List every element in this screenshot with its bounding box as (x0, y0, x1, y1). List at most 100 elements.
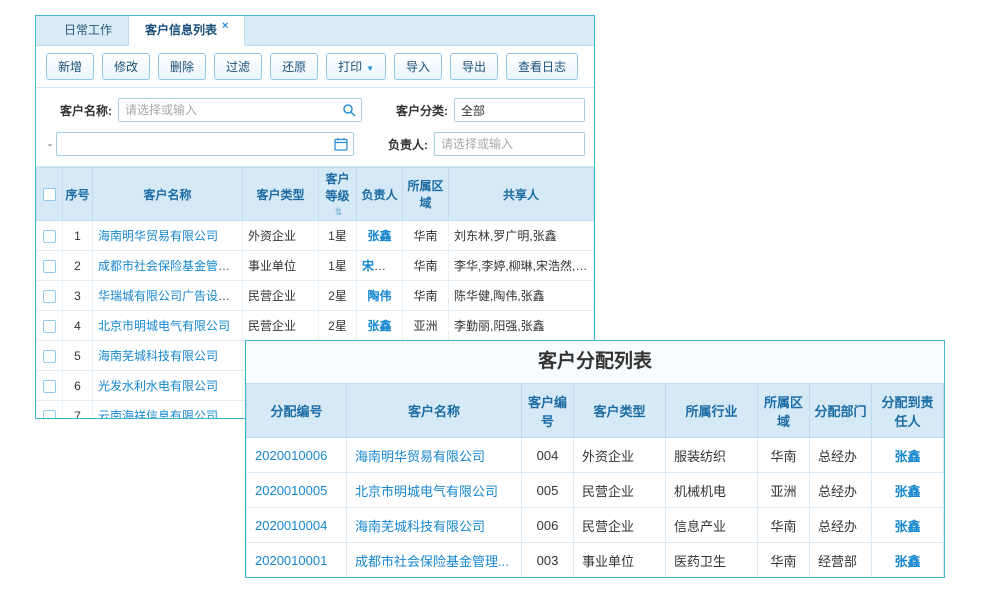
department: 总经办 (810, 473, 872, 508)
row-checkbox[interactable] (43, 410, 56, 419)
allocation-number-link[interactable]: 2020010004 (255, 518, 327, 533)
date-input[interactable] (56, 132, 354, 156)
delete-button[interactable]: 删除 (158, 53, 206, 80)
close-icon[interactable]: × (222, 20, 228, 32)
row-number: 1 (63, 221, 93, 251)
region: 华南 (758, 438, 810, 473)
date-range-separator: - (48, 137, 52, 151)
row-number: 4 (63, 311, 93, 341)
assignee-link[interactable]: 张鑫 (894, 449, 920, 464)
customer-name-link-cell: 海南明华贸易有限公司 (93, 221, 243, 251)
customer-name-link[interactable]: 北京市明城电气有限公司 (355, 484, 498, 499)
owner-field[interactable] (441, 137, 560, 151)
header-department: 分配部门 (810, 384, 872, 438)
customer-name-link[interactable]: 海南芜城科技有限公司 (98, 349, 218, 363)
customer-type: 民营企业 (243, 311, 319, 341)
customer-name-field[interactable] (125, 103, 337, 117)
customer-level: 1星 (319, 221, 357, 251)
customer-number: 004 (522, 438, 574, 473)
table-row: 2020010005北京市明城电气有限公司005民营企业机械机电亚洲总经办张鑫 (247, 473, 944, 508)
region: 华南 (758, 543, 810, 578)
calendar-icon[interactable] (334, 137, 348, 156)
customer-category-label: 客户分类: (396, 102, 448, 119)
header-customer-level: 客户等级⇅ (319, 168, 357, 221)
region: 亚洲 (403, 311, 449, 341)
row-checkbox[interactable] (43, 230, 56, 243)
header-shared: 共享人 (449, 168, 594, 221)
customer-name-link[interactable]: 光发水利水电有限公司 (98, 379, 218, 393)
industry: 医药卫生 (666, 543, 758, 578)
tab-customer-info-list[interactable]: 客户信息列表× (128, 15, 245, 46)
allocation-number-link-cell: 2020010006 (247, 438, 347, 473)
restore-button[interactable]: 还原 (270, 53, 318, 80)
allocation-table-header: 分配编号 客户名称 客户编号 客户类型 所属行业 所属区域 分配部门 分配到责任… (247, 384, 944, 438)
allocation-table: 分配编号 客户名称 客户编号 客户类型 所属行业 所属区域 分配部门 分配到责任… (246, 383, 944, 578)
allocation-table-body: 2020010006海南明华贸易有限公司004外资企业服装纺织华南总经办张鑫20… (247, 438, 944, 578)
import-button[interactable]: 导入 (394, 53, 442, 80)
allocation-number-link[interactable]: 2020010005 (255, 483, 327, 498)
allocation-number-link[interactable]: 2020010006 (255, 448, 327, 463)
customer-level: 1星 (319, 251, 357, 281)
tab-bar: 日常工作 客户信息列表× (36, 16, 594, 46)
checkbox-cell (37, 371, 63, 401)
department: 总经办 (810, 508, 872, 543)
assignee-link-cell: 张鑫 (872, 508, 944, 543)
region: 华南 (403, 221, 449, 251)
tab-daily-work[interactable]: 日常工作 (48, 16, 128, 45)
assignee-link[interactable]: 张鑫 (894, 554, 920, 569)
customer-type: 事业单位 (243, 251, 319, 281)
owner-link[interactable]: 张鑫 (367, 319, 391, 333)
customer-name-link-cell: 海南芜城科技有限公司 (347, 508, 522, 543)
customer-name-link[interactable]: 北京市明城电气有限公司 (98, 319, 230, 333)
customer-name-link[interactable]: 成都市社会保险基金管理... (355, 554, 509, 569)
customer-category-select[interactable]: 全部 (454, 98, 585, 122)
assignee-link[interactable]: 张鑫 (894, 484, 920, 499)
owner-link-cell: 张鑫 (357, 221, 403, 251)
allocation-number-link[interactable]: 2020010001 (255, 553, 327, 568)
owner-label: 负责人: (388, 136, 428, 153)
owner-link[interactable]: 张鑫 (367, 229, 391, 243)
view-log-button[interactable]: 查看日志 (506, 53, 578, 80)
row-checkbox[interactable] (43, 380, 56, 393)
customer-name-link-cell: 成都市社会保险基金管理... (93, 251, 243, 281)
owner-link[interactable]: 陶伟 (367, 289, 391, 303)
region: 华南 (758, 508, 810, 543)
search-icon[interactable] (342, 103, 356, 122)
row-checkbox[interactable] (43, 290, 56, 303)
header-customer-no: 客户编号 (522, 384, 574, 438)
date-field[interactable] (63, 137, 329, 151)
filter-button[interactable]: 过滤 (214, 53, 262, 80)
customer-name-link[interactable]: 云南海祥信息有限公司 (98, 409, 218, 419)
table-row: 2020010004海南芜城科技有限公司006民营企业信息产业华南总经办张鑫 (247, 508, 944, 543)
print-button[interactable]: 打印▼ (326, 53, 386, 80)
industry: 服装纺织 (666, 438, 758, 473)
checkbox-cell (37, 281, 63, 311)
customer-name-input[interactable] (118, 98, 362, 122)
customer-name-link[interactable]: 海南明华贸易有限公司 (98, 229, 218, 243)
assignee-link-cell: 张鑫 (872, 473, 944, 508)
select-all-checkbox[interactable] (43, 188, 56, 201)
owner-input[interactable] (434, 132, 585, 156)
owner-link-cell: 陶伟 (357, 281, 403, 311)
customer-name-link[interactable]: 成都市社会保险基金管理... (98, 259, 240, 273)
modify-button[interactable]: 修改 (102, 53, 150, 80)
customer-name-link-cell: 海南芜城科技有限公司 (93, 341, 243, 371)
owner-link-cell: 张鑫 (357, 311, 403, 341)
customer-name-link[interactable]: 海南芜城科技有限公司 (355, 519, 485, 534)
sort-icon[interactable]: ⇅ (335, 207, 343, 217)
row-checkbox[interactable] (43, 350, 56, 363)
export-button[interactable]: 导出 (450, 53, 498, 80)
add-button[interactable]: 新增 (46, 53, 94, 80)
allocation-number-link-cell: 2020010001 (247, 543, 347, 578)
customer-type: 事业单位 (574, 543, 666, 578)
row-number: 3 (63, 281, 93, 311)
checkbox-cell (37, 221, 63, 251)
customer-name-link[interactable]: 海南明华贸易有限公司 (355, 449, 485, 464)
assignee-link[interactable]: 张鑫 (894, 519, 920, 534)
customer-table-header: 序号 客户名称 客户类型 客户等级⇅ 负责人 所属区域 共享人 (37, 168, 594, 221)
customer-name-link[interactable]: 华瑞城有限公司广告设计部 (98, 289, 242, 303)
owner-link[interactable]: 宋浩然 (362, 259, 398, 273)
row-checkbox[interactable] (43, 260, 56, 273)
header-owner: 负责人 (357, 168, 403, 221)
row-checkbox[interactable] (43, 320, 56, 333)
